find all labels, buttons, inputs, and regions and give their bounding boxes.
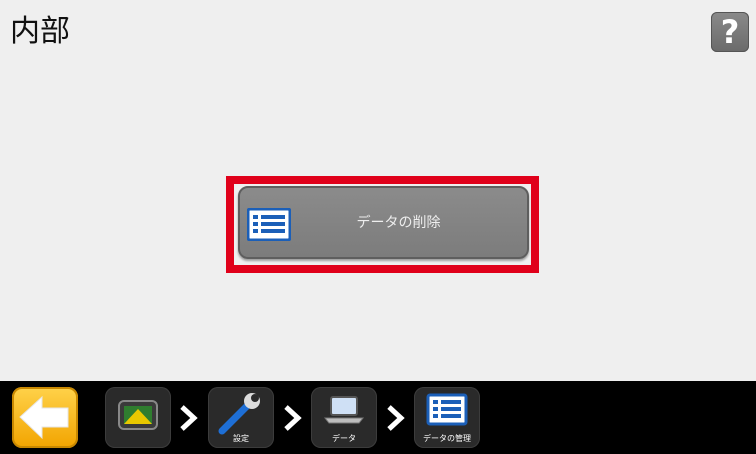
display-device-icon [118, 400, 158, 430]
chevron-right-icon [387, 405, 405, 431]
main-panel: 内部 ? データの削除 [0, 0, 756, 381]
delete-data-label: データの削除 [356, 215, 441, 231]
breadcrumb-data[interactable]: データ [311, 387, 377, 448]
chevron-right-icon [284, 405, 302, 431]
breadcrumb-data-management-label: データの管理 [423, 434, 471, 443]
page-title: 内部 [10, 14, 70, 49]
back-button[interactable] [12, 387, 78, 448]
breadcrumb-data-label: データ [332, 434, 356, 443]
breadcrumb-settings[interactable]: 設定 [208, 387, 274, 448]
breadcrumb-home[interactable] [105, 387, 171, 448]
breadcrumb-data-management[interactable]: データの管理 [414, 387, 480, 448]
delete-data-button[interactable]: データの削除 [238, 186, 529, 259]
help-button[interactable]: ? [711, 12, 749, 52]
chevron-right-icon [180, 405, 198, 431]
arrow-left-icon [19, 395, 69, 440]
breadcrumb-settings-label: 設定 [233, 434, 249, 443]
footer-nav-bar: 設定 データ データの管理 [0, 381, 756, 454]
